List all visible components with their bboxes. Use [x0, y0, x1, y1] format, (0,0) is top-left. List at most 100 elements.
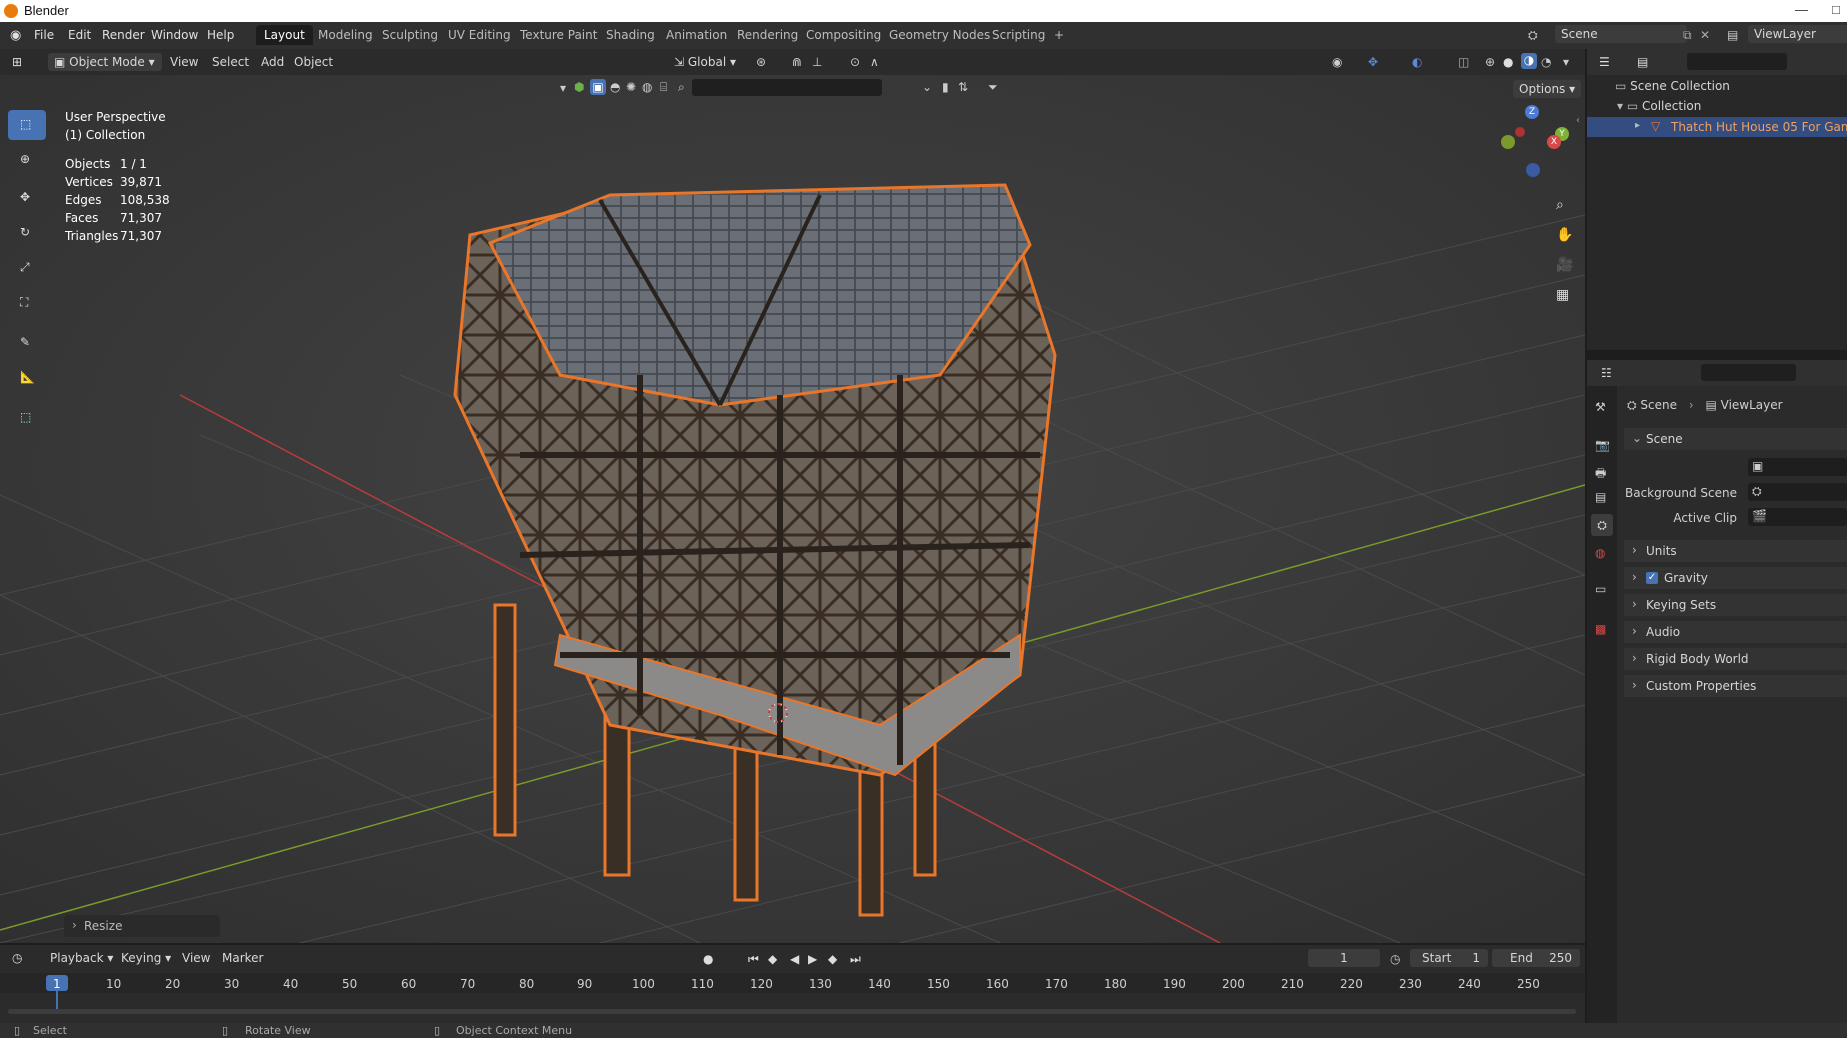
- bookmark-icon[interactable]: ▮: [942, 80, 956, 94]
- outliner-editor-icon[interactable]: ☰: [1599, 55, 1613, 69]
- tab-shading[interactable]: Shading: [598, 25, 663, 45]
- blender-menu-icon[interactable]: ◉: [10, 28, 24, 43]
- overlays-icon[interactable]: ◐: [1412, 55, 1426, 69]
- current-frame-field[interactable]: 1: [1308, 949, 1380, 967]
- cursor-tool[interactable]: ⊕: [8, 145, 46, 175]
- timeline-scrollbar[interactable]: [8, 1009, 1576, 1014]
- rendered-shading-icon[interactable]: ◔: [1541, 55, 1555, 69]
- viewlayer-selector[interactable]: ViewLayer: [1748, 25, 1847, 43]
- other-filter-icon[interactable]: ⌸: [660, 80, 674, 94]
- tab-geometry-nodes[interactable]: Geometry Nodes: [881, 25, 998, 45]
- tab-layout[interactable]: Layout: [256, 25, 313, 45]
- disclosure-triangle-icon[interactable]: ▾: [1617, 99, 1627, 113]
- active-clip-field[interactable]: 🎬: [1748, 508, 1847, 526]
- proportional-editing-icon[interactable]: ⊙: [850, 55, 864, 69]
- neg-x-axis-icon[interactable]: [1515, 127, 1525, 137]
- outliner-collection[interactable]: ▾ ▭ Collection: [1617, 99, 1701, 113]
- units-subpanel[interactable]: › Units: [1624, 540, 1847, 562]
- menu-select[interactable]: Select: [206, 53, 255, 71]
- keying-sets-subpanel[interactable]: › Keying Sets: [1624, 594, 1847, 616]
- jump-end-icon[interactable]: ⏭: [850, 952, 864, 966]
- playback-menu[interactable]: Playback ▾: [44, 949, 119, 967]
- last-operator-panel[interactable]: › Resize: [64, 915, 220, 937]
- display-mode-icon[interactable]: ▤: [1637, 55, 1651, 69]
- filter-toggle-icon[interactable]: ⌄: [922, 80, 936, 94]
- ortho-toggle-icon[interactable]: ▦: [1556, 287, 1570, 303]
- tab-modeling[interactable]: Modeling: [310, 25, 381, 45]
- material-shading-icon[interactable]: ◑: [1521, 53, 1537, 69]
- texture-tab-icon[interactable]: ▩: [1595, 622, 1609, 636]
- custom-properties-subpanel[interactable]: › Custom Properties: [1624, 675, 1847, 697]
- maximize-icon[interactable]: □: [1832, 2, 1840, 17]
- auto-key-icon[interactable]: ●: [703, 952, 717, 966]
- properties-search-input[interactable]: [1701, 364, 1796, 381]
- mode-selector[interactable]: ▣ Object Mode ▾: [48, 53, 162, 71]
- shading-options-icon[interactable]: ▾: [1563, 55, 1577, 69]
- viewport-search-input[interactable]: [692, 79, 882, 96]
- collapse-icon[interactable]: ▾: [560, 81, 574, 95]
- navigation-gizmo[interactable]: Z Y X: [1495, 105, 1575, 185]
- properties-editor-icon[interactable]: ☷: [1601, 366, 1615, 380]
- render-tab-icon[interactable]: 📷: [1595, 438, 1610, 452]
- prev-keyframe-icon[interactable]: ◆: [768, 952, 782, 966]
- menu-add[interactable]: Add: [255, 53, 290, 71]
- neg-y-axis-icon[interactable]: [1501, 135, 1515, 149]
- camera-field[interactable]: ▣: [1748, 458, 1847, 476]
- add-cube-tool[interactable]: ⬚: [8, 403, 46, 433]
- light-filter-icon[interactable]: ✺: [626, 80, 640, 94]
- use-preview-range-icon[interactable]: ◷: [1390, 952, 1404, 966]
- pan-hand-icon[interactable]: ✋: [1556, 227, 1573, 243]
- world-filter-icon[interactable]: ◍: [642, 80, 656, 94]
- solid-shading-icon[interactable]: ●: [1503, 55, 1517, 69]
- timeline-view-menu[interactable]: View: [176, 949, 216, 967]
- outliner-selected-row[interactable]: ▸ ▽ Thatch Hut House 05 For Games an: [1587, 117, 1847, 137]
- tab-texture-paint[interactable]: Texture Paint: [512, 25, 605, 45]
- outliner-scene-collection[interactable]: ▭ Scene Collection: [1615, 79, 1730, 93]
- gizmo-icon[interactable]: ✥: [1368, 55, 1382, 69]
- delete-scene-icon[interactable]: ✕: [1700, 28, 1714, 42]
- menu-view[interactable]: View: [164, 53, 204, 71]
- z-axis-icon[interactable]: Z: [1525, 105, 1539, 119]
- menu-window[interactable]: Window: [151, 28, 198, 42]
- background-scene-field[interactable]: ⛭: [1748, 483, 1847, 501]
- sort-icon[interactable]: ⇅: [958, 80, 972, 94]
- rotate-tool[interactable]: ↻: [8, 218, 46, 248]
- zoom-icon[interactable]: ⌕: [1556, 197, 1570, 213]
- start-frame-field[interactable]: Start 1: [1410, 949, 1488, 967]
- options-dropdown[interactable]: Options ▾: [1513, 80, 1582, 98]
- camera-filter-icon[interactable]: ◓: [610, 80, 624, 94]
- snap-target-icon[interactable]: ⊥: [812, 55, 826, 69]
- view-layer-tab-icon[interactable]: ▤: [1595, 490, 1609, 504]
- marker-menu[interactable]: Marker: [216, 949, 269, 967]
- world-tab-icon[interactable]: ◍: [1595, 546, 1609, 560]
- select-box-tool[interactable]: ⬚: [8, 110, 46, 140]
- play-icon[interactable]: ▶: [808, 952, 822, 966]
- scene-selector[interactable]: Scene: [1555, 25, 1687, 43]
- funnel-icon[interactable]: ⏷: [988, 80, 1002, 94]
- menu-object[interactable]: Object: [288, 53, 339, 71]
- gravity-subpanel[interactable]: › ✓ Gravity: [1624, 567, 1847, 589]
- end-frame-field[interactable]: End 250: [1492, 949, 1580, 967]
- menu-help[interactable]: Help: [207, 28, 234, 42]
- output-tab-icon[interactable]: 🖶: [1595, 464, 1609, 480]
- audio-subpanel[interactable]: › Audio: [1624, 621, 1847, 643]
- rigid-body-world-subpanel[interactable]: › Rigid Body World: [1624, 648, 1847, 670]
- tab-rendering[interactable]: Rendering: [729, 25, 806, 45]
- snap-icon[interactable]: ⋒: [792, 55, 806, 69]
- outliner-search-input[interactable]: [1687, 53, 1787, 70]
- editor-type-icon[interactable]: ⊞: [12, 55, 26, 69]
- menu-edit[interactable]: Edit: [68, 28, 91, 42]
- annotate-tool[interactable]: ✎: [8, 328, 46, 358]
- transform-tool[interactable]: ⛶: [8, 288, 46, 318]
- scene-panel-header[interactable]: ⌄ Scene: [1624, 428, 1847, 450]
- pivot-point-icon[interactable]: ⊛: [756, 55, 770, 69]
- tab-scripting[interactable]: Scripting: [984, 25, 1053, 45]
- tab-uv-editing[interactable]: UV Editing: [440, 25, 519, 45]
- sidebar-toggle-icon[interactable]: ‹: [1576, 115, 1585, 129]
- menu-render[interactable]: Render: [102, 28, 145, 42]
- tab-compositing[interactable]: Compositing: [798, 25, 889, 45]
- select-box-icon[interactable]: ▣: [590, 79, 606, 95]
- tool-tab-icon[interactable]: ⚒: [1595, 400, 1609, 414]
- expand-arrow-icon[interactable]: ▸: [1635, 120, 1640, 131]
- camera-view-icon[interactable]: 🎥: [1556, 257, 1573, 273]
